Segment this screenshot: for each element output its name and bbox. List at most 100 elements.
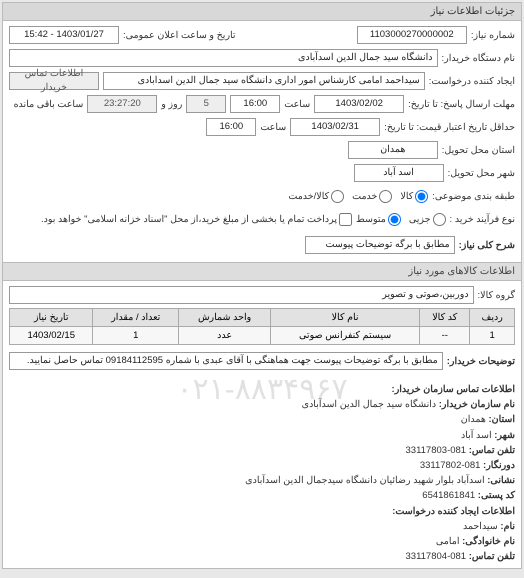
desc-label: شرح کلی نیاز: bbox=[459, 240, 515, 251]
remain-days-field: 5 bbox=[186, 95, 226, 113]
city-field: اسد آباد bbox=[354, 164, 444, 182]
radio-medium[interactable]: متوسط bbox=[356, 213, 401, 226]
radio-goods-service[interactable]: کالا/خدمت bbox=[288, 190, 344, 203]
radio-goods[interactable]: کالا bbox=[400, 190, 428, 203]
contact-postcode-label: کد پستی: bbox=[478, 490, 515, 501]
panel-title: جزئیات اطلاعات نیاز bbox=[3, 3, 521, 21]
radio-medium-input[interactable] bbox=[388, 213, 401, 226]
row-buyer-notes: توضیحات خریدار: مطابق با برگه توضیحات پی… bbox=[9, 351, 515, 371]
announce-field: 1403/01/27 - 15:42 bbox=[9, 26, 119, 44]
contact-phone-label: تلفن تماس: bbox=[469, 445, 515, 456]
treasury-check[interactable]: پرداخت تمام یا بخشی از مبلغ خرید،از محل … bbox=[41, 213, 352, 226]
contact-org-label: نام سازمان خریدار: bbox=[439, 399, 515, 410]
need-no-field: 1103000270000002 bbox=[357, 26, 467, 44]
table-row: 1 -- سیستم کنفرانس صوتی عدد 1 1403/02/15 bbox=[10, 327, 515, 345]
row-deadline: مهلت ارسال پاسخ: تا تاریخ: 1403/02/02 سا… bbox=[9, 94, 515, 114]
remain-time-label: ساعت باقی مانده bbox=[14, 99, 84, 110]
announce-label: تاریخ و ساعت اعلان عمومی: bbox=[123, 30, 236, 41]
remain-days-label: روز و bbox=[161, 99, 182, 110]
validity-time-field: 16:00 bbox=[206, 118, 256, 136]
th-code: کد کالا bbox=[420, 309, 470, 327]
items-table: ردیف کد کالا نام کالا واحد شمارش تعداد /… bbox=[9, 308, 515, 345]
radio-service-input[interactable] bbox=[379, 190, 392, 203]
td-date: 1403/02/15 bbox=[10, 327, 93, 345]
table-header-row: ردیف کد کالا نام کالا واحد شمارش تعداد /… bbox=[10, 309, 515, 327]
contact-phone: 081-33117803 bbox=[406, 445, 467, 456]
need-no-label: شماره نیاز: bbox=[471, 30, 515, 41]
creator-contact-title: اطلاعات ایجاد کننده درخواست: bbox=[392, 506, 515, 517]
province-field: همدان bbox=[348, 141, 438, 159]
creator-lastname-label: نام خانوادگی: bbox=[462, 536, 515, 547]
td-code: -- bbox=[420, 327, 470, 345]
row-province: استان محل تحویل: همدان bbox=[9, 140, 515, 160]
th-name: نام کالا bbox=[271, 309, 420, 327]
radio-goods-service-input[interactable] bbox=[331, 190, 344, 203]
deadline-date-field: 1403/02/02 bbox=[314, 95, 404, 113]
th-row: ردیف bbox=[470, 309, 515, 327]
radio-small[interactable]: جزیی bbox=[409, 213, 446, 226]
contact-city: اسد آباد bbox=[461, 430, 492, 441]
buy-type-label: نوع فرآیند خرید : bbox=[450, 214, 515, 225]
need-details-panel: جزئیات اطلاعات نیاز شماره نیاز: 11030002… bbox=[2, 2, 522, 569]
contact-postcode: 6541861841 bbox=[422, 490, 475, 501]
items-section-title: اطلاعات کالاهای مورد نیاز bbox=[3, 262, 521, 281]
row-category: طبقه بندی موضوعی: کالا خدمت کالا/خدمت bbox=[9, 186, 515, 206]
creator-phone-label: تلفن تماس: bbox=[469, 551, 515, 562]
contact-province: همدان bbox=[461, 414, 486, 425]
creator-phone: 081-33117804 bbox=[406, 551, 467, 562]
contact-org: دانشگاه سید جمال الدین اسدآبادی bbox=[302, 399, 436, 410]
category-radio-group: کالا خدمت کالا/خدمت bbox=[288, 190, 428, 203]
validity-label: حداقل تاریخ اعتبار قیمت: تا تاریخ: bbox=[384, 122, 515, 133]
radio-goods-input[interactable] bbox=[415, 190, 428, 203]
contact-address: اسدآباد بلوار شهید رضائیان دانشگاه سیدجم… bbox=[245, 475, 484, 486]
contact-fax-label: دورنگار: bbox=[483, 460, 515, 471]
radio-service[interactable]: خدمت bbox=[352, 190, 392, 203]
contact-title: اطلاعات تماس سازمان خریدار: bbox=[392, 384, 515, 395]
row-need-no: شماره نیاز: 1103000270000002 تاریخ و ساع… bbox=[9, 25, 515, 45]
deadline-label: مهلت ارسال پاسخ: تا تاریخ: bbox=[408, 99, 515, 110]
radio-small-input[interactable] bbox=[433, 213, 446, 226]
validity-date-field: 1403/02/31 bbox=[290, 118, 380, 136]
th-qty: تعداد / مقدار bbox=[93, 309, 179, 327]
creator-label: ایجاد کننده درخواست: bbox=[429, 76, 515, 87]
contact-block: اطلاعات تماس سازمان خریدار: نام سازمان خ… bbox=[3, 378, 521, 568]
contact-province-label: استان: bbox=[488, 414, 515, 425]
validity-time-label: ساعت bbox=[260, 122, 286, 133]
treasury-checkbox-input[interactable] bbox=[339, 213, 352, 226]
creator-field: سیداحمد امامی کارشناس امور اداری دانشگاه… bbox=[103, 72, 425, 90]
buyer-notes-label: توضیحات خریدار: bbox=[447, 356, 515, 367]
contact-address-label: نشانی: bbox=[487, 475, 515, 486]
category-label: طبقه بندی موضوعی: bbox=[432, 191, 515, 202]
remain-time-field: 23:27:20 bbox=[87, 95, 157, 113]
creator-name-label: نام: bbox=[500, 521, 515, 532]
td-qty: 1 bbox=[93, 327, 179, 345]
th-unit: واحد شمارش bbox=[179, 309, 271, 327]
contact-button[interactable]: اطلاعات تماس خریدار bbox=[9, 72, 99, 90]
buyer-label: نام دستگاه خریدار: bbox=[442, 53, 516, 64]
row-buy-type: نوع فرآیند خرید : جزیی متوسط پرداخت تمام… bbox=[9, 209, 515, 229]
row-city: شهر محل تحویل: اسد آباد bbox=[9, 163, 515, 183]
deadline-time-field: 16:00 bbox=[230, 95, 280, 113]
desc-field: مطابق با برگه توضیحات پیوست bbox=[305, 236, 455, 254]
group-field: دوربین،صوتی و تصویر bbox=[9, 286, 474, 304]
buyer-notes-field: مطابق با برگه توضیحات پیوست جهت هماهنگی … bbox=[9, 352, 443, 370]
contact-fax: 081-33117802 bbox=[420, 460, 481, 471]
city-label: شهر محل تحویل: bbox=[448, 168, 515, 179]
buyer-field: دانشگاه سید جمال الدین اسدآبادی bbox=[9, 49, 438, 67]
th-date: تاریخ نیاز bbox=[10, 309, 93, 327]
group-label: گروه کالا: bbox=[478, 290, 515, 301]
row-creator: ایجاد کننده درخواست: سیداحمد امامی کارشن… bbox=[9, 71, 515, 91]
creator-name: سیداحمد bbox=[463, 521, 498, 532]
row-validity: حداقل تاریخ اعتبار قیمت: تا تاریخ: 1403/… bbox=[9, 117, 515, 137]
row-buyer: نام دستگاه خریدار: دانشگاه سید جمال الدی… bbox=[9, 48, 515, 68]
td-row: 1 bbox=[470, 327, 515, 345]
td-name: سیستم کنفرانس صوتی bbox=[271, 327, 420, 345]
contact-city-label: شهر: bbox=[494, 430, 515, 441]
td-unit: عدد bbox=[179, 327, 271, 345]
province-label: استان محل تحویل: bbox=[442, 145, 515, 156]
buy-type-radio-group: جزیی متوسط bbox=[356, 213, 446, 226]
items-body: گروه کالا: دوربین،صوتی و تصویر ردیف کد ک… bbox=[3, 281, 521, 378]
deadline-time-label: ساعت bbox=[284, 99, 310, 110]
creator-lastname: امامی bbox=[436, 536, 460, 547]
row-desc: شرح کلی نیاز: مطابق با برگه توضیحات پیوس… bbox=[9, 235, 515, 255]
